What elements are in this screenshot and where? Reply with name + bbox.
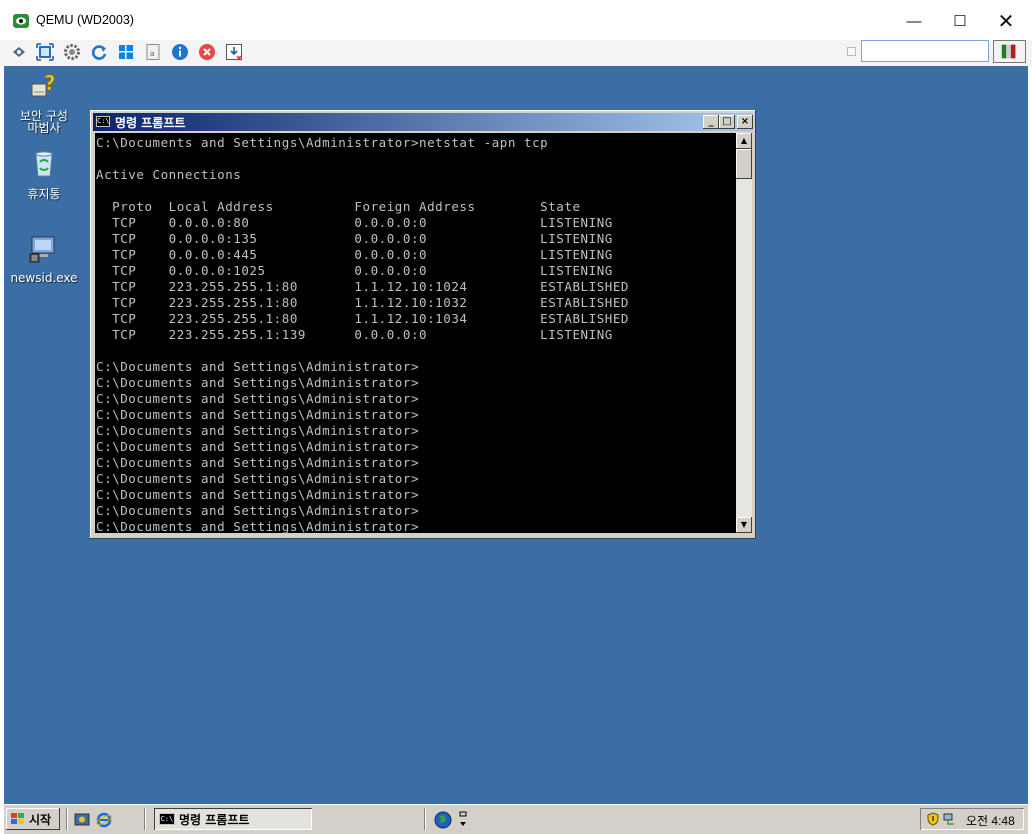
taskbar-item-cmd[interactable]: C:\ 명령 프롬프트 — [154, 808, 312, 830]
cmd-window-title: 명령 프롬프트 — [115, 116, 186, 130]
cmd-taskbar-icon: C:\ — [159, 813, 175, 825]
svg-text:a: a — [150, 50, 154, 58]
close-button[interactable]: ✕ — [984, 8, 1028, 34]
language-globe-icon[interactable] — [434, 811, 452, 829]
console-line: TCP 0.0.0.0:135 0.0.0.0:0 LISTENING — [96, 231, 613, 246]
cmd-titlebar[interactable]: C:\ 명령 프롬프트 _ □ × — [93, 113, 753, 131]
refresh-icon[interactable] — [90, 43, 108, 61]
ime-toggle-icon[interactable] — [458, 810, 468, 830]
info-icon[interactable] — [171, 43, 189, 61]
console-line: Proto Local Address Foreign Address Stat… — [96, 199, 581, 214]
desktop-icon-newsid[interactable]: newsid.exe — [4, 232, 84, 284]
host-titlebar: QEMU (WD2003) — ☐ ✕ — [0, 0, 1032, 40]
taskbar-separator — [66, 808, 68, 830]
console-line: C:\Documents and Settings\Administrator> — [96, 407, 420, 422]
console-line: C:\Documents and Settings\Administrator> — [96, 423, 420, 438]
flag-icon[interactable] — [993, 40, 1026, 63]
taskbar: 시작 C:\ 명령 프롬프트 오전 4:48 — [4, 804, 1028, 834]
cmd-minimize-button[interactable]: _ — [703, 115, 719, 129]
screenshot-icon[interactable] — [225, 43, 243, 61]
windows-icon[interactable] — [117, 43, 135, 61]
host-window-title: QEMU (WD2003) — [36, 13, 134, 27]
toolbar-checkbox[interactable] — [847, 47, 856, 56]
console-line: C:\Documents and Settings\Administrator> — [96, 375, 420, 390]
console-line: C:\Documents and Settings\Administrator> — [96, 503, 420, 518]
cmd-window-icon[interactable]: C:\ — [96, 116, 110, 127]
console-line: Active Connections — [96, 167, 242, 182]
console-output[interactable]: C:\Documents and Settings\Administrator>… — [95, 133, 736, 533]
toolbar-input[interactable] — [861, 40, 989, 62]
desktop-icon-recycle-bin[interactable]: 휴지통 — [4, 148, 84, 200]
console-line: C:\Documents and Settings\Administrator> — [96, 359, 420, 374]
scroll-down-button[interactable]: ▼ — [736, 517, 752, 533]
scroll-thumb[interactable] — [736, 149, 752, 179]
console-line: TCP 0.0.0.0:80 0.0.0.0:0 LISTENING — [96, 215, 613, 230]
security-shield-icon[interactable] — [926, 812, 940, 826]
windows-logo-icon — [11, 813, 24, 824]
gear-icon[interactable] — [63, 43, 81, 61]
cmd-maximize-button[interactable]: □ — [719, 115, 735, 129]
network-icon[interactable] — [942, 812, 956, 826]
internet-explorer-icon[interactable] — [96, 812, 112, 828]
stop-icon[interactable] — [198, 43, 216, 61]
console-line: C:\Documents and Settings\Administrator> — [96, 439, 420, 454]
taskbar-separator — [144, 808, 146, 830]
cmd-close-button[interactable]: × — [737, 115, 753, 129]
cmd-window[interactable]: C:\ 명령 프롬프트 _ □ × C:\Documents and Setti… — [90, 110, 756, 539]
qemu-app-icon — [13, 14, 29, 28]
svg-text:?: ? — [44, 71, 56, 95]
console-line: TCP 223.255.255.1:139 0.0.0.0:0 LISTENIN… — [96, 327, 613, 342]
newsid-icon — [29, 236, 55, 263]
start-button[interactable]: 시작 — [6, 808, 60, 830]
console-line: C:\Documents and Settings\Administrator>… — [96, 135, 549, 150]
drive-icon[interactable]: a — [144, 43, 162, 61]
scroll-up-button[interactable]: ▲ — [736, 133, 752, 149]
taskbar-separator — [424, 808, 426, 830]
clock: 오전 4:48 — [966, 814, 1015, 828]
console-line: C:\Documents and Settings\Administrator> — [96, 471, 420, 486]
console-line: C:\Documents and Settings\Administrator> — [96, 519, 420, 533]
taskbar-item-label: 명령 프롬프트 — [179, 812, 250, 827]
console-line: TCP 223.255.255.1:80 1.1.12.10:1024 ESTA… — [96, 279, 629, 294]
console-line: C:\Documents and Settings\Administrator> — [96, 487, 420, 502]
recycle-bin-icon — [35, 151, 53, 177]
console-line: TCP 0.0.0.0:445 0.0.0.0:0 LISTENING — [96, 247, 613, 262]
console-line: C:\Documents and Settings\Administrator> — [96, 391, 420, 406]
security-wizard-icon: ? — [31, 71, 56, 97]
show-desktop-icon[interactable] — [74, 812, 90, 828]
desktop-icon-security-wizard[interactable]: ? 보안 구성 마법사 — [4, 70, 84, 134]
console-line: TCP 0.0.0.0:1025 0.0.0.0:0 LISTENING — [96, 263, 613, 278]
console-text: C:\Documents and Settings\Administrator>… — [95, 133, 736, 533]
console-line: TCP 223.255.255.1:80 1.1.12.10:1034 ESTA… — [96, 311, 629, 326]
maximize-button[interactable]: ☐ — [938, 8, 982, 34]
system-tray: 오전 4:48 — [920, 808, 1024, 830]
fullscreen-icon[interactable] — [36, 43, 54, 61]
console-line: C:\Documents and Settings\Administrator> — [96, 455, 420, 470]
console-line: TCP 223.255.255.1:80 1.1.12.10:1032 ESTA… — [96, 295, 629, 310]
vertical-scrollbar[interactable]: ▲ ▼ — [736, 133, 752, 533]
start-label: 시작 — [29, 812, 52, 827]
minimize-button[interactable]: — — [892, 8, 936, 34]
usb-icon[interactable] — [10, 43, 28, 61]
